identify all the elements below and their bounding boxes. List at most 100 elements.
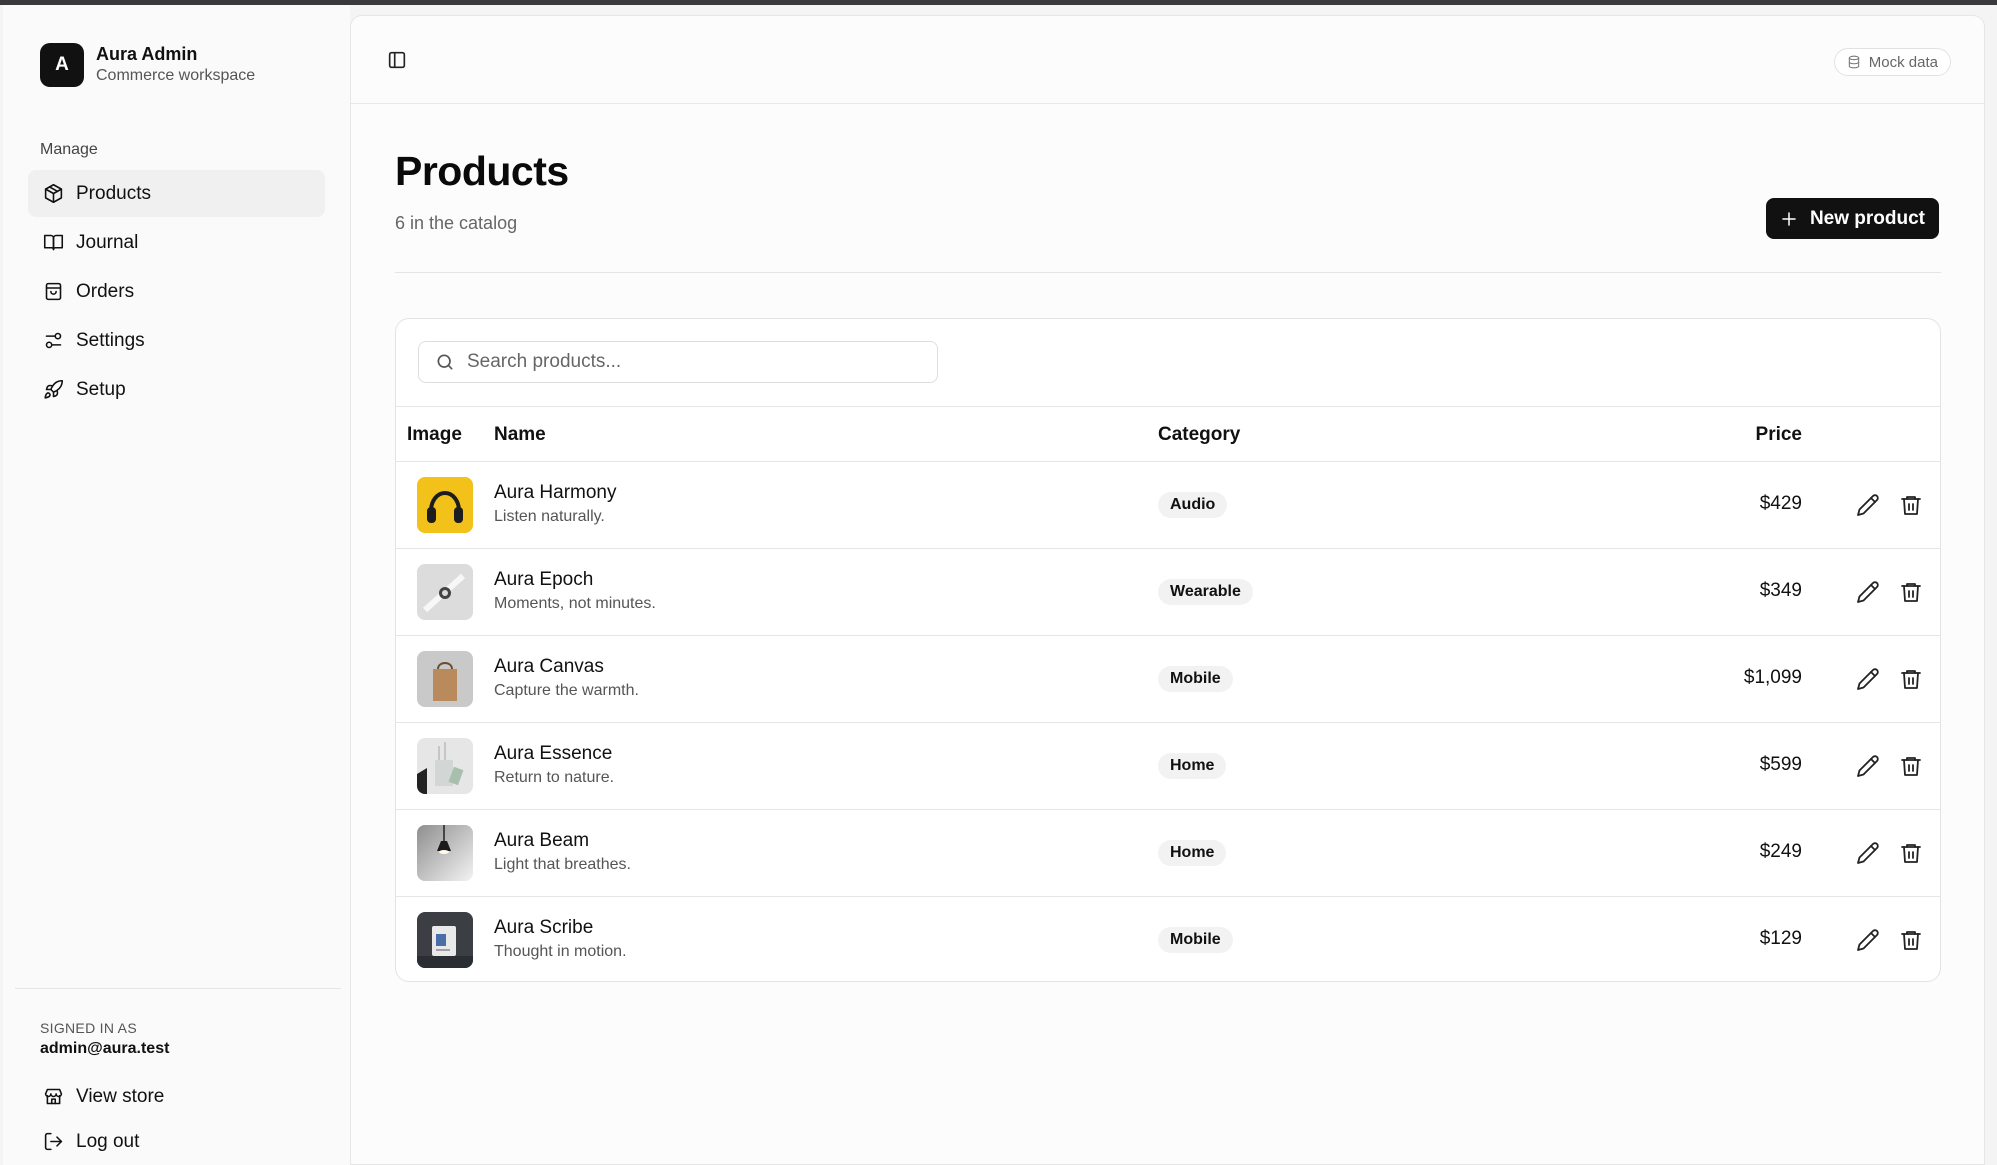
product-tagline: Light that breathes.: [494, 856, 631, 873]
sidebar-footer-nav: View store Log out: [28, 1075, 325, 1165]
book-icon: [43, 234, 64, 251]
sidebar-item-orders[interactable]: Orders: [28, 268, 325, 315]
edit-button[interactable]: [1856, 580, 1880, 604]
trash-icon: [1901, 583, 1921, 602]
shopping-bag-icon: [45, 282, 62, 301]
product-price: $249: [1759, 841, 1802, 862]
product-name: Aura Scribe: [494, 917, 594, 938]
title-divider: [395, 272, 1941, 273]
sidebar-item-label: Journal: [76, 231, 139, 253]
edit-button[interactable]: [1856, 754, 1880, 778]
plus-icon: [1782, 211, 1796, 226]
product-thumbnail: [417, 477, 473, 533]
mock-data-label: Mock data: [1868, 53, 1938, 71]
sidebar-item-journal[interactable]: Journal: [28, 219, 325, 266]
delete-button[interactable]: [1899, 493, 1923, 517]
edit-button[interactable]: [1856, 841, 1880, 865]
sidebar-nav: Products Journal Orders Settings Setup: [28, 170, 325, 415]
table-header: Image Name Category Price: [396, 406, 1940, 462]
table-row[interactable]: Aura Harmony Listen naturally. Audio $42…: [396, 462, 1940, 549]
sidebar-divider: [15, 988, 341, 989]
sidebar-item-label: Settings: [76, 329, 145, 351]
delete-button[interactable]: [1899, 667, 1923, 691]
product-tagline: Moments, not minutes.: [494, 595, 656, 612]
log-out-link[interactable]: Log out: [28, 1120, 325, 1163]
category-badge: Wearable: [1158, 579, 1253, 605]
pencil-icon: [1857, 755, 1879, 777]
product-tagline: Return to nature.: [494, 769, 615, 786]
sidebar-item-setup[interactable]: Setup: [28, 366, 325, 413]
pencil-icon: [1857, 581, 1879, 603]
product-tagline: Thought in motion.: [494, 943, 627, 960]
table-row[interactable]: Aura Essence Return to nature. Home $599: [396, 723, 1940, 810]
main-header: Mock data: [351, 16, 1984, 104]
product-thumbnail: [417, 564, 473, 620]
view-store-label: View store: [76, 1085, 165, 1107]
signed-in-email: admin@aura.test: [40, 1040, 170, 1057]
search-box: [418, 341, 938, 383]
new-product-button[interactable]: New product: [1765, 198, 1939, 239]
sidebar-item-label: Products: [76, 182, 151, 204]
search-input[interactable]: [467, 351, 907, 373]
sidebar: A Aura Admin Commerce workspace Manage P…: [3, 5, 350, 1165]
mock-data-badge: Mock data: [1833, 48, 1951, 76]
sliders-icon: [45, 332, 62, 349]
product-name: Aura Canvas: [494, 656, 604, 677]
column-header-name: Name: [494, 424, 546, 445]
product-price: $599: [1759, 754, 1802, 775]
log-out-label: Log out: [76, 1130, 140, 1152]
product-name: Aura Harmony: [494, 482, 617, 503]
page-title: Products: [395, 148, 569, 194]
delete-button[interactable]: [1899, 841, 1923, 865]
product-price: $129: [1759, 928, 1802, 949]
trash-icon: [1901, 757, 1921, 776]
sidebar-item-label: Setup: [76, 378, 126, 400]
sidebar-item-products[interactable]: Products: [28, 170, 325, 217]
edit-button[interactable]: [1856, 667, 1880, 691]
product-thumbnail: [417, 912, 473, 968]
store-icon: [44, 1088, 63, 1105]
product-name: Aura Epoch: [494, 569, 594, 590]
view-store-link[interactable]: View store: [28, 1075, 325, 1118]
package-icon: [44, 183, 63, 204]
brand-subtitle: Commerce workspace: [96, 67, 256, 84]
trash-icon: [1901, 496, 1921, 515]
edit-button[interactable]: [1856, 928, 1880, 952]
product-price: $349: [1759, 580, 1802, 601]
product-name: Aura Beam: [494, 830, 590, 851]
sidebar-item-label: Orders: [76, 280, 135, 302]
panel-left-icon: [388, 51, 406, 69]
sidebar-toggle-button[interactable]: [386, 49, 408, 71]
page-subtitle: 6 in the catalog: [395, 213, 518, 233]
trash-icon: [1901, 844, 1921, 863]
pencil-icon: [1857, 668, 1879, 690]
table-row[interactable]: Aura Canvas Capture the warmth. Mobile $…: [396, 636, 1940, 723]
table-row[interactable]: Aura Scribe Thought in motion. Mobile $1…: [396, 897, 1940, 981]
brand-logo: A: [40, 43, 84, 87]
delete-button[interactable]: [1899, 580, 1923, 604]
pencil-icon: [1857, 494, 1879, 516]
pencil-icon: [1857, 842, 1879, 864]
new-product-label: New product: [1809, 207, 1925, 229]
trash-icon: [1901, 670, 1921, 689]
product-thumbnail: [417, 825, 473, 881]
pencil-icon: [1857, 929, 1879, 951]
brand: A Aura Admin Commerce workspace: [40, 43, 255, 87]
table-row[interactable]: Aura Epoch Moments, not minutes. Wearabl…: [396, 549, 1940, 636]
brand-title: Aura Admin: [96, 44, 198, 64]
product-thumbnail: [417, 738, 473, 794]
delete-button[interactable]: [1899, 928, 1923, 952]
product-price: $429: [1759, 493, 1802, 514]
signed-in-label: SIGNED IN AS: [40, 1020, 137, 1036]
table-body: Aura Harmony Listen naturally. Audio $42…: [396, 462, 1940, 981]
edit-button[interactable]: [1856, 493, 1880, 517]
table-row[interactable]: Aura Beam Light that breathes. Home $249: [396, 810, 1940, 897]
trash-icon: [1901, 931, 1921, 950]
column-header-price: Price: [1755, 424, 1802, 445]
database-icon: [1848, 55, 1859, 69]
category-badge: Mobile: [1158, 666, 1233, 692]
sidebar-item-settings[interactable]: Settings: [28, 317, 325, 364]
delete-button[interactable]: [1899, 754, 1923, 778]
log-out-icon: [44, 1132, 63, 1151]
column-header-image: Image: [407, 424, 462, 445]
